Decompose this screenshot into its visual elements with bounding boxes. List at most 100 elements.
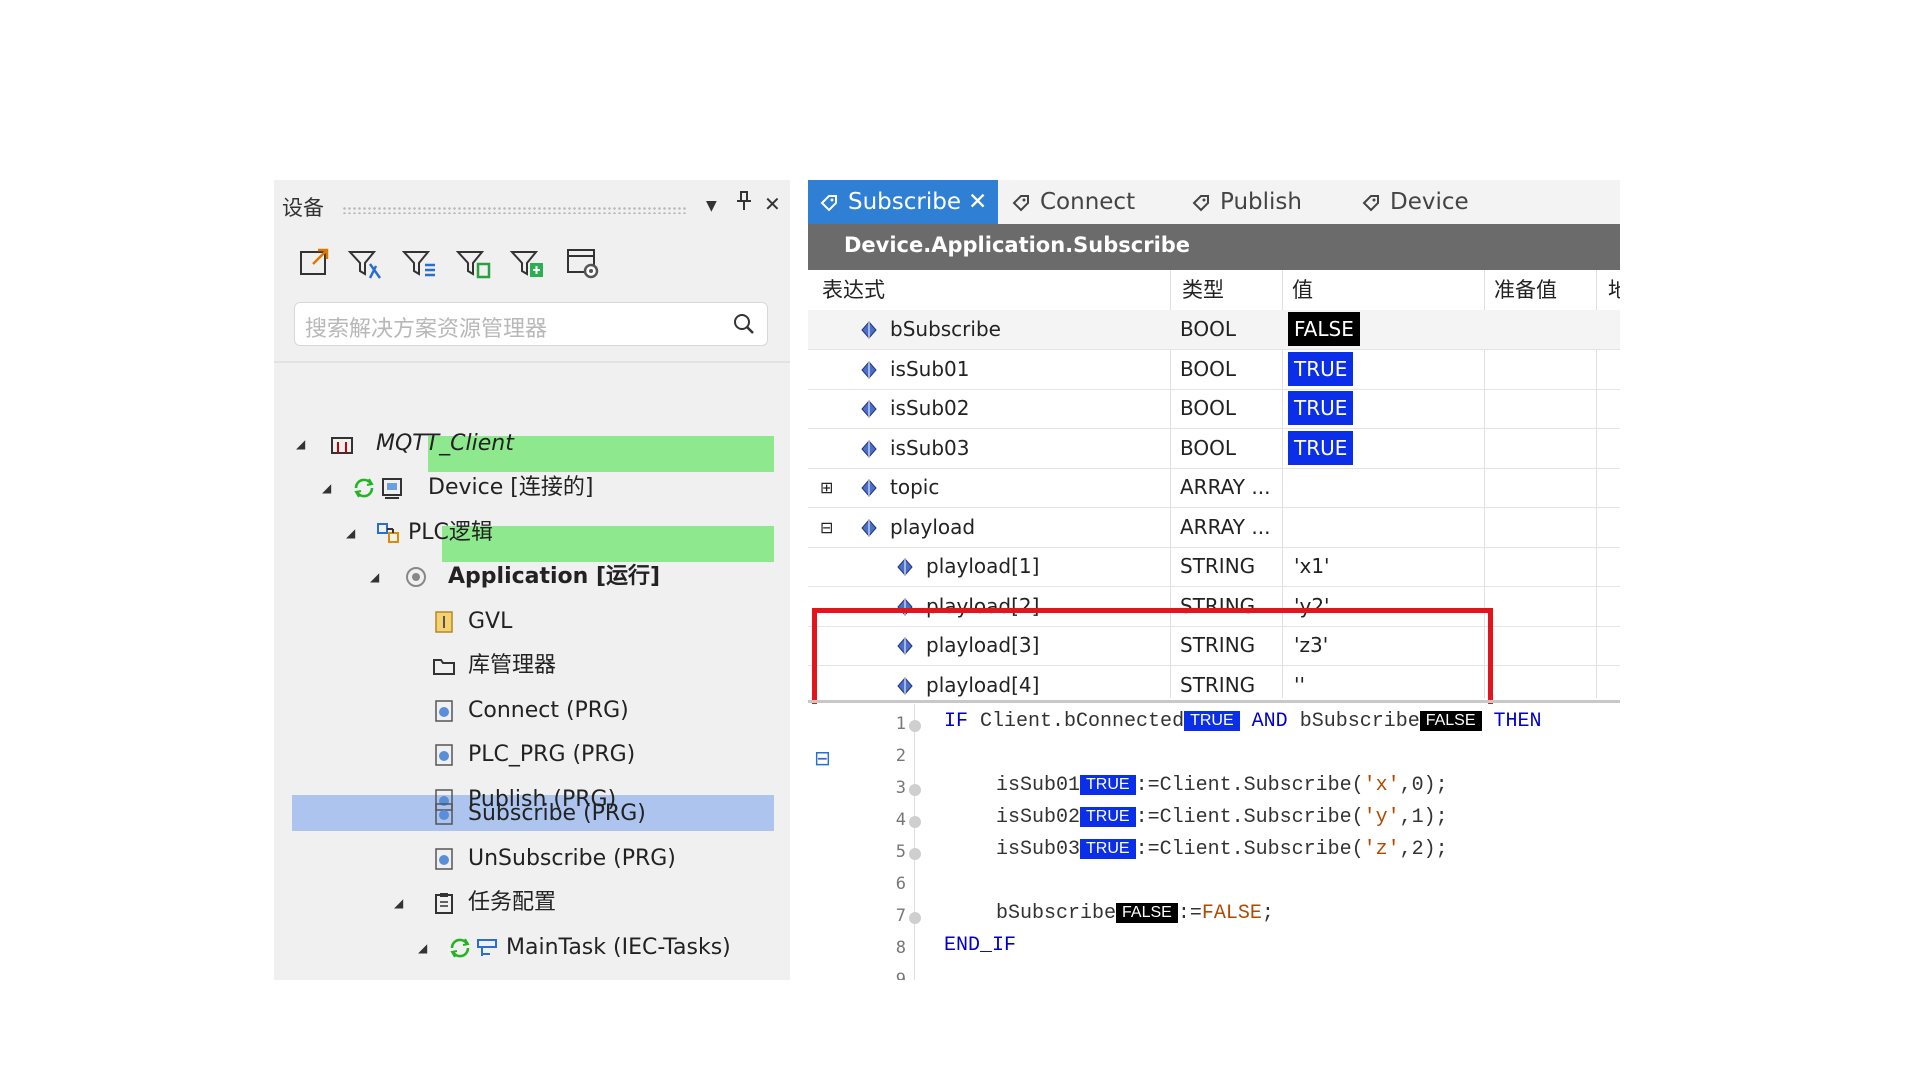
line-number: 1 (895, 714, 906, 734)
line-number: 3 (895, 778, 906, 798)
code-line-3[interactable]: isSub01 TRUE:=Client.Subscribe('x',0); (996, 774, 1448, 797)
watch-row[interactable]: ⊞ topic ARRAY ... (808, 468, 1620, 508)
clipboard-icon (435, 893, 453, 914)
tree-label: Subscribe (PRG) (468, 801, 646, 826)
column-header-type[interactable]: 类型 (1182, 270, 1224, 310)
value-cell: FALSE (1288, 310, 1360, 349)
folder-icon (433, 659, 455, 675)
monitor-value: TRUE (1080, 838, 1136, 859)
variable-icon (861, 439, 877, 458)
tab-label: Publish (1220, 189, 1302, 215)
tree-node-plc-logic[interactable]: ◢ PLC逻辑 (346, 514, 776, 552)
program-icon (435, 848, 453, 870)
prepared-value-cell[interactable] (1488, 547, 1588, 586)
tree-node-gvl[interactable]: GVL (432, 603, 772, 641)
monitor-value: TRUE (1288, 391, 1354, 425)
prepared-value-cell[interactable] (1488, 508, 1588, 547)
code-line-1[interactable]: IF Client.bConnected TRUE AND bSubscribe F… (944, 710, 1542, 733)
tab-label: Device (1390, 189, 1469, 215)
search-input[interactable]: 搜索解决方案资源管理器 (294, 302, 768, 346)
column-header-expression[interactable]: 表达式 (822, 270, 885, 310)
dropdown-icon[interactable]: ▼ (706, 192, 717, 220)
gvl-icon (435, 611, 453, 633)
tree-node-main-task[interactable]: ◢ MainTask (IEC-Tasks) (418, 929, 788, 967)
breakpoint-icon[interactable] (909, 784, 921, 796)
settings-window-icon[interactable] (564, 244, 602, 282)
variable-icon (861, 360, 877, 379)
monitor-value: FALSE (1419, 710, 1482, 731)
code-line-7[interactable]: bSubscribe FALSE:=FALSE; (996, 902, 1274, 925)
watch-grid: 表达式 类型 值 准备值 地 bSubscribe BOOL FALSE isSub0… (808, 270, 1620, 790)
watch-row[interactable]: isSub01 BOOL TRUE (808, 350, 1620, 390)
tab-device[interactable]: Device (1362, 180, 1469, 224)
devices-panel: 设备 ▼ ✕ 搜索解决方案资源管理器 ◢ MQTT_Client ◢ Devic… (274, 180, 790, 980)
tree-node-mqtt-client[interactable]: ◢ MQTT_Client (296, 425, 776, 463)
prepared-value-cell[interactable] (1488, 666, 1588, 705)
column-header-prepared-value[interactable]: 准备值 (1494, 270, 1557, 310)
path-text: Device.Application.Subscribe (844, 233, 1191, 257)
watch-row[interactable]: isSub02 BOOL TRUE (808, 389, 1620, 429)
prepared-value-cell[interactable] (1488, 429, 1588, 468)
prepared-value-cell[interactable] (1488, 350, 1588, 389)
variable-icon (861, 321, 877, 339)
expand-toggle-icon[interactable]: ⊞ (820, 468, 833, 507)
expand-toggle-icon[interactable]: ⊟ (820, 508, 833, 547)
breakpoint-icon[interactable] (909, 816, 921, 828)
tree-node-application[interactable]: ◢ Application [运行] (370, 558, 776, 596)
tree-node-task-config[interactable]: ◢ 任务配置 (394, 884, 774, 922)
program-icon (435, 803, 453, 825)
tree-node-subscribe-prg[interactable]: Subscribe (PRG) (432, 795, 772, 833)
type-cell: ARRAY ... (1180, 475, 1271, 499)
expression-cell: isSub01 (890, 356, 970, 381)
prepared-value-cell[interactable] (1488, 468, 1588, 507)
code-line-5[interactable]: isSub03 TRUE:=Client.Subscribe('z',2); (996, 838, 1448, 861)
breakpoint-icon[interactable] (909, 720, 921, 732)
watch-row[interactable]: isSub03 BOOL TRUE (808, 429, 1620, 469)
code-line-8[interactable]: END_IF (944, 934, 1016, 957)
monitor-value: TRUE (1080, 774, 1136, 795)
search-icon[interactable] (733, 313, 755, 335)
filter-add-icon[interactable] (508, 244, 546, 282)
tab-connect[interactable]: Connect (1012, 180, 1135, 224)
tree-node-library-manager[interactable]: 库管理器 (432, 647, 772, 685)
prepared-value-cell[interactable] (1488, 389, 1588, 428)
line-number: 5 (895, 842, 906, 862)
column-header-address[interactable]: 地 (1608, 270, 1620, 310)
prepared-value-cell[interactable] (1488, 310, 1588, 349)
pin-icon[interactable] (736, 190, 752, 219)
panel-title: 设备 (282, 196, 324, 220)
breakpoint-icon[interactable] (909, 848, 921, 860)
tab-publish[interactable]: Publish (1192, 180, 1302, 224)
watch-row[interactable]: bSubscribe BOOL FALSE (808, 310, 1620, 350)
filter-edit-icon[interactable] (454, 244, 492, 282)
tree-node-unsubscribe-prg[interactable]: UnSubscribe (PRG) (432, 840, 772, 878)
filter-icon[interactable] (346, 244, 384, 282)
tab-close-icon[interactable]: ✕ (968, 180, 987, 224)
tree-node-connect-prg[interactable]: Connect (PRG) (432, 692, 772, 730)
tab-subscribe[interactable]: Subscribe ✕ (808, 180, 998, 224)
open-icon[interactable] (296, 244, 334, 282)
prepared-value-cell[interactable] (1488, 587, 1588, 626)
value-cell (1288, 468, 1294, 507)
watch-row[interactable]: ⊟ playload ARRAY ... (808, 508, 1620, 548)
tree-node-plc-prg[interactable]: PLC_PRG (PRG) (432, 736, 772, 774)
code-editor[interactable]: 1 2 3 4 5 6 7 8 9 ⊟ IF Client.bConnected… (808, 704, 1620, 980)
close-icon[interactable]: ✕ (764, 190, 781, 218)
type-cell: STRING (1180, 554, 1256, 578)
fold-icon[interactable]: ⊟ (814, 746, 831, 770)
panel-grip[interactable] (342, 206, 688, 214)
breakpoint-icon[interactable] (909, 912, 921, 924)
tag-icon (1012, 194, 1029, 211)
device-icon (382, 478, 402, 499)
tree-label: PLC逻辑 (408, 520, 493, 545)
code-line-4[interactable]: isSub02 TRUE:=Client.Subscribe('y',1); (996, 806, 1448, 829)
grid-splitter[interactable] (808, 700, 1620, 703)
monitor-value: TRUE (1288, 351, 1354, 386)
editor-tabs: Subscribe ✕ Connect Publish Device (808, 180, 1620, 224)
column-header-value[interactable]: 值 (1292, 270, 1313, 310)
tab-label: Connect (1040, 189, 1136, 215)
watch-row[interactable]: playload[1] STRING 'x1' (808, 547, 1620, 587)
filter-down-icon[interactable] (400, 244, 438, 282)
prepared-value-cell[interactable] (1488, 626, 1588, 665)
tree-node-device[interactable]: ◢ Device [连接的] (322, 469, 782, 507)
